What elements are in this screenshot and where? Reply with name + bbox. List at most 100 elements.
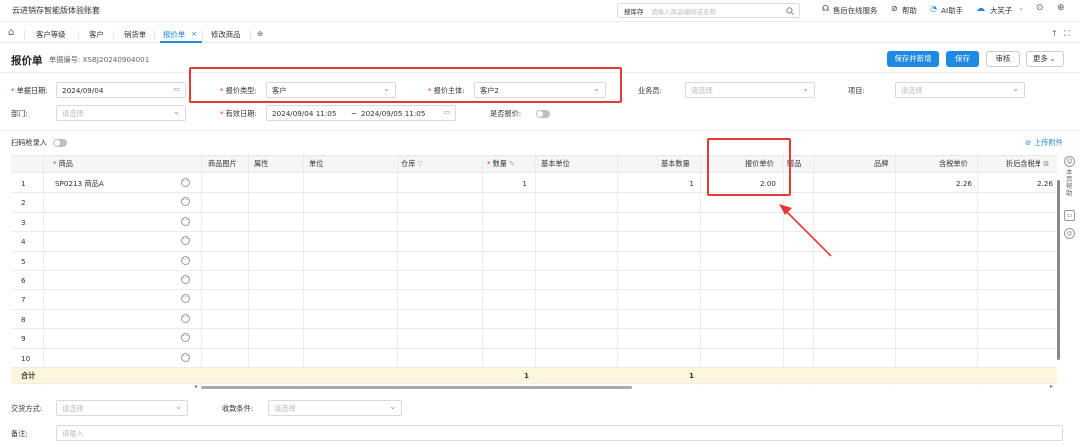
scroll-right-icon[interactable]: ▸: [1050, 383, 1053, 390]
home-icon[interactable]: ⌂: [8, 27, 14, 38]
more-options-icon[interactable]: ···: [181, 236, 190, 246]
col-tax-price[interactable]: 含税单价: [939, 159, 968, 169]
tab-sales-order[interactable]: 销货单: [124, 29, 146, 40]
table-row[interactable]: 5 ···: [11, 252, 1057, 271]
tab-edit-product[interactable]: 修改商品: [211, 29, 241, 40]
terms-select[interactable]: 请选择 ⌄: [268, 400, 402, 416]
save-button[interactable]: 保存: [946, 51, 979, 67]
tab-quotation[interactable]: 报价单: [163, 29, 185, 40]
dept-select[interactable]: 请选择 ⌄: [56, 105, 186, 121]
col-product[interactable]: * 商品: [53, 159, 73, 169]
tab-customer-level[interactable]: 客户等级: [36, 29, 66, 40]
more-options-icon[interactable]: ···: [181, 178, 190, 187]
search-scope-label[interactable]: 搜库存: [624, 6, 644, 16]
save-and-new-button[interactable]: 保存并新增: [887, 51, 939, 67]
scan-toggle[interactable]: [53, 139, 67, 147]
col-base-unit[interactable]: 基本单位: [541, 159, 570, 169]
ai-icon[interactable]: ◔: [930, 4, 937, 13]
logout-icon[interactable]: ⊕: [1057, 3, 1065, 13]
arrow-up-icon[interactable]: ↑: [1051, 29, 1058, 38]
table-row[interactable]: 2 ···: [11, 193, 1057, 213]
user-menu[interactable]: 大芙子: [990, 5, 1012, 16]
active-tab-indicator: [160, 41, 202, 43]
headset-icon[interactable]: ☊: [822, 4, 829, 13]
project-select[interactable]: 请选择 ⌄: [895, 82, 1025, 98]
more-options-icon[interactable]: ···: [181, 294, 190, 304]
avatar[interactable]: ☁: [976, 4, 985, 14]
col-unit[interactable]: 单位: [309, 159, 323, 169]
col-warehouse[interactable]: 仓库 ▽: [401, 159, 423, 169]
service-link[interactable]: 售后在线服务: [833, 5, 877, 16]
help-icon[interactable]: ⊘: [891, 4, 898, 13]
table-row[interactable]: 7 ···: [11, 290, 1057, 310]
settings-icon[interactable]: ◎: [1064, 228, 1075, 239]
date-field[interactable]: 2024/09/04 ▭: [56, 82, 186, 98]
note-label: 备注:: [11, 429, 28, 438]
delivery-select[interactable]: 请选择 ⌄: [56, 400, 188, 416]
add-tab-icon[interactable]: ⊕: [257, 29, 263, 38]
more-options-icon[interactable]: ···: [181, 313, 190, 323]
more-options-icon[interactable]: ···: [181, 275, 190, 284]
more-button-label: 更多: [1033, 54, 1048, 63]
search-icon[interactable]: [786, 7, 794, 15]
page-help-link[interactable]: 本页帮助: [1066, 169, 1074, 197]
col-base-qty[interactable]: 基本数量: [661, 159, 690, 169]
tab-customer[interactable]: 客户: [89, 29, 104, 40]
filter-icon[interactable]: ▽: [417, 159, 423, 168]
calendar-icon[interactable]: ▭: [173, 85, 180, 93]
audit-button[interactable]: 审核: [986, 51, 1020, 67]
global-search[interactable]: 搜库存 请输入商品编码或名称: [617, 3, 800, 18]
chevron-down-icon: ⌄: [1012, 84, 1019, 93]
more-options-icon[interactable]: ···: [181, 352, 190, 362]
upload-attachment-link[interactable]: 上传附件: [1034, 138, 1063, 148]
expand-icon[interactable]: ⛶: [1064, 29, 1070, 39]
search-input[interactable]: 请输入商品编码或名称: [651, 6, 716, 16]
sum-row: 合计 1 1: [11, 368, 1057, 384]
date-value: 2024/09/04: [62, 86, 104, 95]
column-divider: [43, 155, 44, 385]
chevron-down-icon[interactable]: ⌄: [1018, 4, 1024, 12]
side-helper: ☺ 本页帮助 ▭ ◎: [1063, 152, 1077, 242]
chat-icon[interactable]: ☺: [1064, 156, 1075, 167]
project-placeholder: 请选择: [901, 86, 923, 95]
vertical-scrollbar[interactable]: [1057, 180, 1060, 360]
more-options-icon[interactable]: ···: [181, 255, 190, 265]
tab-divider: [250, 30, 251, 39]
message-icon[interactable]: ▭: [1064, 210, 1075, 221]
table-row[interactable]: 1 SP0213 商品A 1 1 2.00 2.26 2.26 ···: [11, 174, 1057, 194]
table-row[interactable]: 4 ···: [11, 232, 1057, 252]
edit-icon[interactable]: ✎: [509, 159, 515, 168]
calendar-icon[interactable]: ▭: [443, 108, 450, 116]
more-options-icon[interactable]: ···: [181, 197, 190, 207]
col-attribute[interactable]: 属性: [254, 159, 268, 169]
doc-number-label: 单据编号:: [49, 55, 81, 64]
col-discount-tax-price[interactable]: 折后含税单价: [1006, 159, 1040, 169]
table-row[interactable]: 9 ···: [11, 329, 1057, 349]
scroll-left-icon[interactable]: ◂: [194, 383, 197, 390]
horizontal-scrollbar[interactable]: [201, 386, 632, 389]
table-row[interactable]: 6 ···: [11, 271, 1057, 291]
more-options-icon[interactable]: ···: [181, 333, 190, 343]
paperclip-icon[interactable]: ⊘: [1025, 138, 1031, 147]
table-row[interactable]: 10 ···: [11, 349, 1057, 368]
valid-date-range[interactable]: 2024/09/04 11:05 ~ 2024/09/05 11:05 ▭: [266, 105, 456, 121]
more-options-icon[interactable]: ···: [181, 216, 190, 226]
is-quote-toggle[interactable]: [536, 110, 550, 118]
settings-icon[interactable]: ⊙: [1036, 3, 1044, 13]
chevron-down-icon: ⌄: [173, 107, 180, 116]
salesman-select[interactable]: 请选择 ⌄: [685, 82, 815, 98]
close-icon[interactable]: ×: [191, 29, 197, 38]
table-row[interactable]: 8 ···: [11, 310, 1057, 330]
col-qty[interactable]: * 数量 ✎: [487, 159, 515, 169]
col-brand[interactable]: 品牌: [874, 159, 888, 169]
column-divider: [303, 155, 304, 385]
table-row[interactable]: 3 ···: [11, 213, 1057, 233]
note-input[interactable]: 请输入: [56, 425, 1063, 441]
dept-label: 部门:: [11, 109, 28, 118]
ai-assistant-link[interactable]: AI助手: [941, 5, 963, 16]
column-settings-icon[interactable]: ⚙: [1043, 159, 1049, 168]
more-button[interactable]: 更多 ⌄: [1026, 51, 1064, 67]
help-link[interactable]: 帮助: [902, 5, 917, 16]
valid-from: 2024/09/04 11:05: [272, 109, 337, 118]
col-product-image[interactable]: 商品图片: [208, 159, 237, 169]
